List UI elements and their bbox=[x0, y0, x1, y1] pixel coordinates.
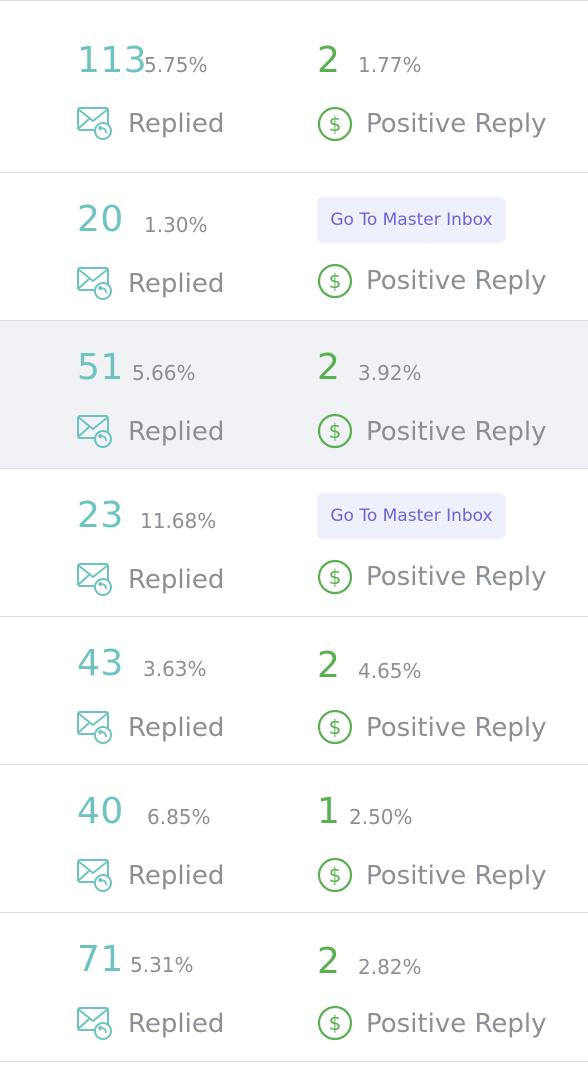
stats-row[interactable]: 40 6.85% Replied 1 2.50% $ Positive Repl… bbox=[0, 764, 588, 912]
dollar-circle-icon: $ bbox=[317, 1005, 353, 1041]
dollar-circle-icon: $ bbox=[317, 263, 353, 299]
positive-reply-label: Positive Reply bbox=[366, 861, 547, 891]
replied-label: Replied bbox=[128, 713, 225, 743]
positive-percent: 3.92% bbox=[358, 361, 422, 385]
svg-text:$: $ bbox=[329, 863, 342, 887]
positive-reply-label: Positive Reply bbox=[366, 417, 547, 447]
svg-text:$: $ bbox=[329, 565, 342, 589]
positive-reply-label: Positive Reply bbox=[366, 266, 547, 296]
positive-count: 2 bbox=[317, 347, 341, 388]
positive-count: 2 bbox=[317, 40, 341, 81]
mail-reply-icon bbox=[77, 711, 112, 744]
dollar-circle-icon: $ bbox=[317, 857, 353, 893]
go-to-master-inbox-button[interactable]: Go To Master Inbox bbox=[317, 197, 506, 243]
replied-count: 71 bbox=[77, 939, 124, 980]
mail-reply-icon bbox=[77, 859, 112, 892]
stats-row[interactable]: 51 5.66% Replied 2 3.92% $ Positive Repl… bbox=[0, 320, 588, 468]
replied-label: Replied bbox=[128, 109, 225, 139]
positive-reply-label: Positive Reply bbox=[366, 562, 547, 592]
replied-label: Replied bbox=[128, 1009, 225, 1039]
positive-count: 2 bbox=[317, 645, 341, 686]
dollar-circle-icon: $ bbox=[317, 709, 353, 745]
replied-count: 51 bbox=[77, 347, 124, 388]
dollar-circle-icon: $ bbox=[317, 559, 353, 595]
stats-row[interactable]: 23 11.68% Replied Go To Master Inbox $ P… bbox=[0, 468, 588, 616]
replied-percent: 5.75% bbox=[144, 53, 208, 77]
replied-count: 40 bbox=[77, 791, 124, 832]
replied-count: 20 bbox=[77, 199, 124, 240]
mail-reply-icon bbox=[77, 1007, 112, 1040]
svg-text:$: $ bbox=[329, 269, 342, 293]
replied-count: 23 bbox=[77, 495, 124, 536]
stats-row[interactable]: 20 1.30% Replied Go To Master Inbox $ Po… bbox=[0, 172, 588, 320]
replied-label: Replied bbox=[128, 565, 225, 595]
mail-reply-icon bbox=[77, 415, 112, 448]
replied-count: 43 bbox=[77, 643, 124, 684]
mail-reply-icon bbox=[77, 107, 112, 140]
replied-label: Replied bbox=[128, 269, 225, 299]
positive-reply-label: Positive Reply bbox=[366, 1009, 547, 1039]
replied-percent: 5.31% bbox=[130, 953, 194, 977]
replied-percent: 1.30% bbox=[144, 213, 208, 237]
go-to-master-inbox-button[interactable]: Go To Master Inbox bbox=[317, 493, 506, 539]
replied-percent: 3.63% bbox=[143, 657, 207, 681]
replied-percent: 6.85% bbox=[147, 805, 211, 829]
svg-text:$: $ bbox=[329, 1011, 342, 1035]
replied-count: 113 bbox=[77, 40, 148, 81]
stats-row[interactable]: 71 5.31% Replied 2 2.82% $ Positive Repl… bbox=[0, 912, 588, 1062]
replied-label: Replied bbox=[128, 861, 225, 891]
replied-percent: 5.66% bbox=[132, 361, 196, 385]
svg-text:$: $ bbox=[329, 419, 342, 443]
dollar-circle-icon: $ bbox=[317, 413, 353, 449]
replied-percent: 11.68% bbox=[140, 509, 217, 533]
positive-percent: 2.50% bbox=[349, 805, 413, 829]
stats-row[interactable]: 43 3.63% Replied 2 4.65% $ Positive Repl… bbox=[0, 616, 588, 764]
svg-text:$: $ bbox=[329, 112, 342, 136]
positive-reply-label: Positive Reply bbox=[366, 109, 547, 139]
positive-percent: 2.82% bbox=[358, 955, 422, 979]
positive-count: 2 bbox=[317, 941, 341, 982]
dollar-circle-icon: $ bbox=[317, 106, 353, 142]
mail-reply-icon bbox=[77, 563, 112, 596]
positive-reply-label: Positive Reply bbox=[366, 713, 547, 743]
positive-percent: 4.65% bbox=[358, 659, 422, 683]
mail-reply-icon bbox=[77, 267, 112, 300]
replied-label: Replied bbox=[128, 417, 225, 447]
positive-percent: 1.77% bbox=[358, 53, 422, 77]
stats-row[interactable]: 113 5.75% Replied 2 1.77% $ Positive Rep… bbox=[0, 0, 588, 172]
svg-text:$: $ bbox=[329, 715, 342, 739]
positive-count: 1 bbox=[317, 791, 341, 832]
